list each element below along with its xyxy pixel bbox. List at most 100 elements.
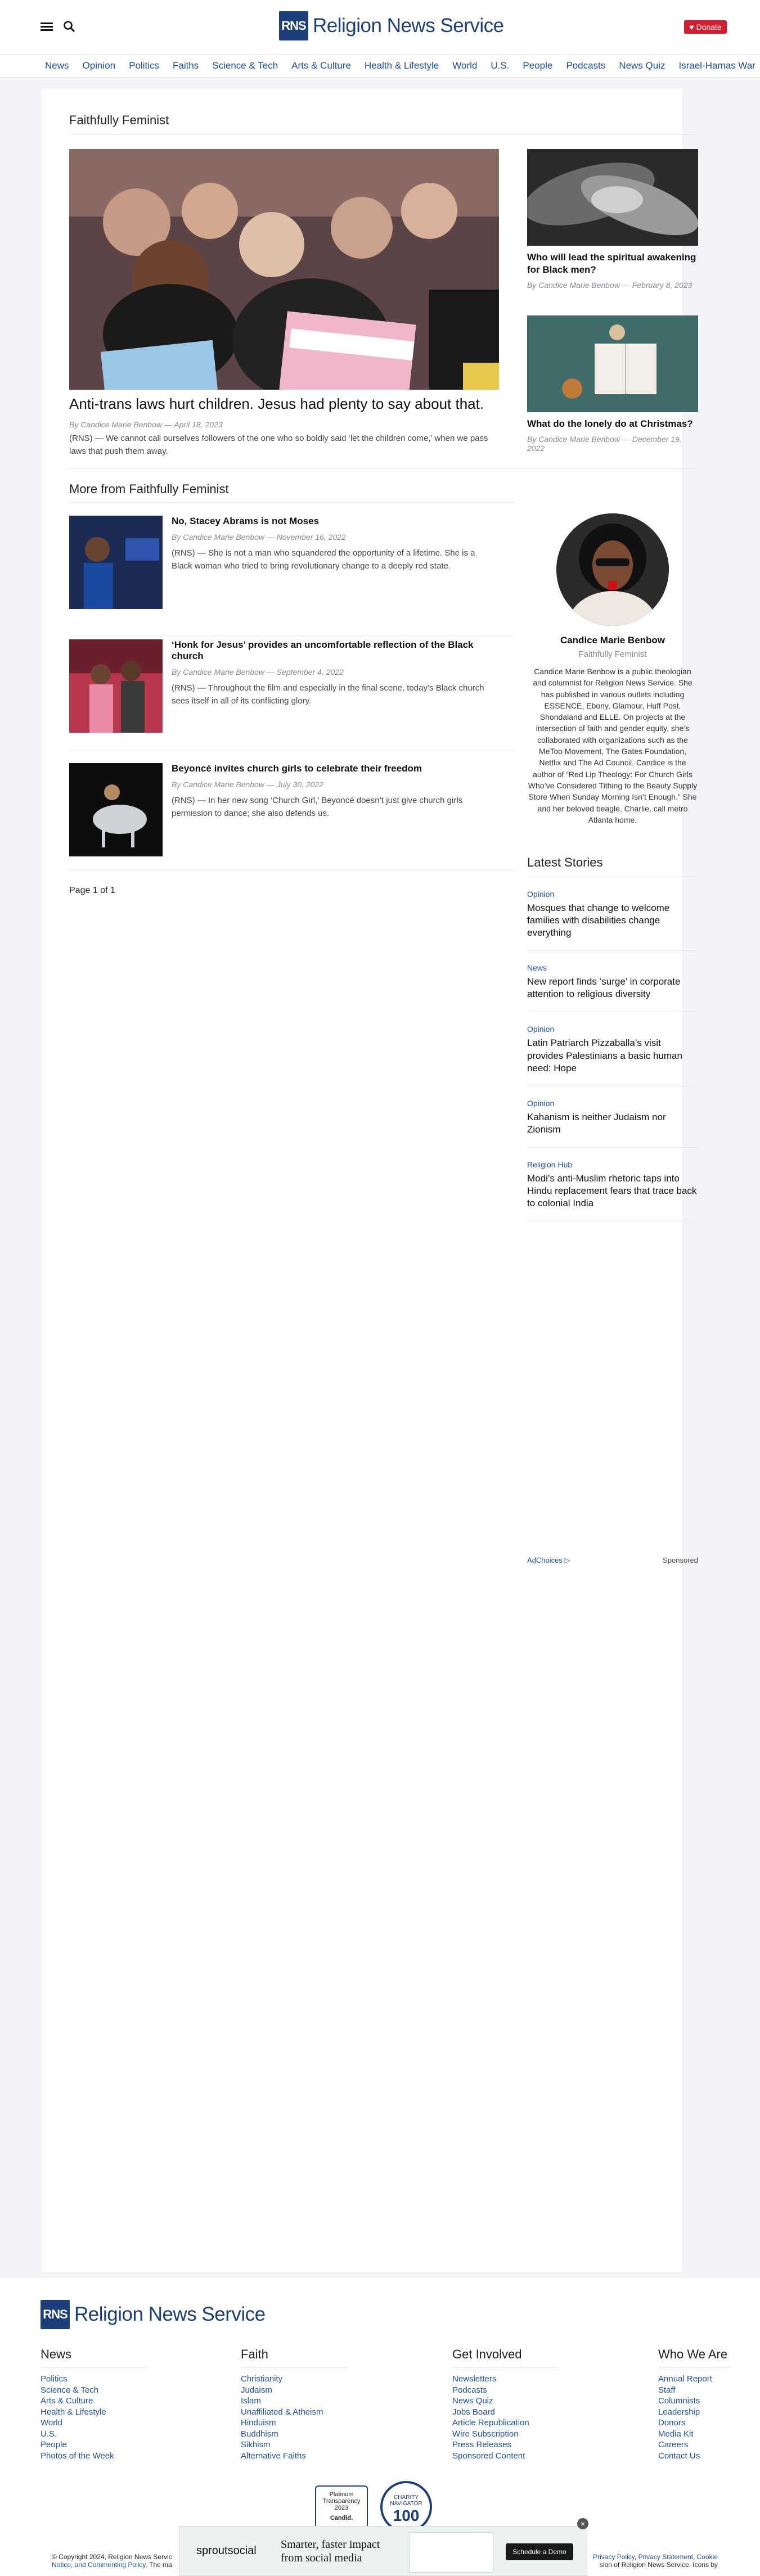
nav-us[interactable]: U.S. — [491, 60, 509, 71]
privacy-policy-link[interactable]: Privacy Policy — [593, 2553, 635, 2561]
list-item-image[interactable] — [69, 639, 163, 733]
nav-faiths[interactable]: Faiths — [173, 60, 199, 71]
footer-link[interactable]: Article Republication — [452, 2417, 559, 2429]
footer-link[interactable]: Science & Tech — [41, 2385, 147, 2396]
nav-podcasts[interactable]: Podcasts — [566, 60, 605, 71]
nav-arts-culture[interactable]: Arts & Culture — [291, 60, 351, 71]
adchoices-link[interactable]: AdChoices ▷ — [527, 1556, 570, 1565]
footer-link[interactable]: Islam — [241, 2395, 348, 2407]
footer-link[interactable]: Staff — [658, 2385, 731, 2396]
footer-link[interactable]: Buddhism — [241, 2429, 348, 2440]
privacy-statement-link[interactable]: Privacy Statement — [638, 2553, 693, 2561]
side-card-title[interactable]: What do the lonely do at Christmas? — [527, 418, 698, 430]
commenting-policy-link[interactable]: Commenting Policy — [88, 2561, 145, 2569]
nav-israel-hamas-war[interactable]: Israel-Hamas War — [678, 60, 755, 71]
hero-title[interactable]: Anti-trans laws hurt children. Jesus had… — [69, 395, 499, 413]
list-item-image[interactable] — [69, 763, 163, 856]
nav-politics[interactable]: Politics — [129, 60, 159, 71]
footer-link[interactable]: Podcasts — [452, 2385, 559, 2396]
list-item-title[interactable]: ‘Honk for Jesus’ provides an uncomfortab… — [172, 639, 497, 662]
sticky-ad-banner[interactable]: sproutsocial Smarter, faster impact from… — [179, 2526, 587, 2576]
side-card-image[interactable] — [527, 315, 698, 412]
footer-logo[interactable]: RNS Religion News Service — [41, 2300, 266, 2329]
nav-world[interactable]: World — [452, 60, 477, 71]
copyright-notice-link[interactable]: Notice, and — [52, 2561, 88, 2569]
footer-link[interactable]: Sikhism — [241, 2439, 348, 2451]
footer-link[interactable]: Leadership — [658, 2407, 731, 2418]
menu-icon[interactable] — [41, 22, 53, 31]
footer-link[interactable]: Sponsored Content — [452, 2451, 559, 2462]
footer-heading: News — [41, 2347, 147, 2368]
donate-label: Donate — [696, 22, 722, 31]
close-icon[interactable]: × — [577, 2518, 588, 2529]
footer-link[interactable]: Jobs Board — [452, 2407, 559, 2418]
ad-cta-button[interactable]: Schedule a Demo — [506, 2543, 573, 2560]
nav-science-tech[interactable]: Science & Tech — [212, 60, 278, 71]
footer-link[interactable]: Unaffiliated & Atheism — [241, 2407, 348, 2418]
list-item-meta: By Candice Marie Benbow — July 30, 2022 — [172, 780, 324, 789]
footer-link[interactable]: Christianity — [241, 2374, 348, 2385]
list-item-title[interactable]: No, Stacey Abrams is not Moses — [172, 516, 497, 527]
footer-link[interactable]: Media Kit — [658, 2429, 731, 2440]
charity-navigator-badge[interactable]: CHARITY NAVIGATOR 100 — [380, 2481, 432, 2533]
footer-link[interactable]: Annual Report — [658, 2374, 731, 2385]
footer-link[interactable]: Donors — [658, 2417, 731, 2429]
nav-health-lifestyle[interactable]: Health & Lifestyle — [365, 60, 439, 71]
footer-link[interactable]: World — [41, 2417, 147, 2429]
ad-footer: AdChoices ▷ Sponsored — [527, 1556, 698, 1565]
logo-mark: RNS — [279, 11, 308, 40]
footer-link[interactable]: U.S. — [41, 2429, 147, 2440]
nav-news-quiz[interactable]: News Quiz — [619, 60, 665, 71]
badge-text: Platinum Transparency 2023 — [322, 2491, 361, 2511]
latest-category[interactable]: Religion Hub — [527, 1160, 698, 1169]
nav-people[interactable]: People — [523, 60, 552, 71]
footer-link[interactable]: Judaism — [241, 2385, 348, 2396]
copyright-tail: . The ma — [145, 2561, 172, 2569]
list-item-image[interactable] — [69, 516, 163, 609]
latest-title[interactable]: Latin Patriarch Pizzaballa’s visit provi… — [527, 1037, 698, 1074]
footer-column-get-involved: Get Involved Newsletters Podcasts News Q… — [452, 2347, 559, 2461]
footer-link[interactable]: Wire Subscription — [452, 2429, 559, 2440]
latest-title[interactable]: Kahanism is neither Judaism nor Zionism — [527, 1111, 698, 1136]
cookie-link[interactable]: Cookie — [697, 2553, 718, 2561]
list-item-title[interactable]: Beyoncé invites church girls to celebrat… — [172, 763, 497, 774]
footer-logo-mark: RNS — [41, 2300, 70, 2329]
site-header: RNS Religion News Service ♥ Donate — [0, 0, 760, 54]
footer-link[interactable]: Health & Lifestyle — [41, 2407, 147, 2418]
main-content: Faithfully Feminist Anti-trans laws hurt… — [41, 88, 698, 2273]
footer-link[interactable]: Contact Us — [658, 2451, 731, 2462]
footer-link[interactable]: Newsletters — [452, 2374, 559, 2385]
latest-title[interactable]: Mosques that change to welcome families … — [527, 902, 698, 939]
footer-heading: Who We Are — [658, 2347, 731, 2368]
author-box: Candice Marie Benbow Faithfully Feminist… — [527, 513, 698, 825]
side-card-title[interactable]: Who will lead the spiritual awakening fo… — [527, 251, 698, 276]
donate-button[interactable]: ♥ Donate — [684, 20, 727, 34]
footer-link[interactable]: Columnists — [658, 2395, 731, 2407]
footer-link[interactable]: News Quiz — [452, 2395, 559, 2407]
latest-category[interactable]: News — [527, 963, 698, 972]
heart-icon: ♥ — [689, 22, 694, 31]
search-icon[interactable] — [63, 20, 75, 33]
side-card-image[interactable] — [527, 149, 698, 246]
footer-link[interactable]: Politics — [41, 2374, 147, 2385]
list-item-excerpt: (RNS) — In her new song ‘Church Girl,’ B… — [172, 796, 463, 818]
footer-link[interactable]: Hinduism — [241, 2417, 348, 2429]
footer-link[interactable]: Arts & Culture — [41, 2395, 147, 2407]
nav-news[interactable]: News — [45, 60, 69, 71]
latest-title[interactable]: New report finds ‘surge’ in corporate at… — [527, 976, 698, 1000]
footer-link[interactable]: Careers — [658, 2439, 731, 2451]
latest-category[interactable]: Opinion — [527, 1025, 698, 1034]
latest-category[interactable]: Opinion — [527, 1099, 698, 1108]
site-logo[interactable]: RNS Religion News Service — [279, 11, 504, 40]
list-item-meta: By Candice Marie Benbow — September 4, 2… — [172, 667, 344, 676]
avatar — [556, 513, 669, 626]
divider — [69, 502, 515, 503]
footer-link[interactable]: Photos of the Week — [41, 2451, 147, 2462]
footer-link[interactable]: Alternative Faiths — [241, 2451, 348, 2462]
footer-link[interactable]: People — [41, 2439, 147, 2451]
latest-title[interactable]: Modi’s anti-Muslim rhetoric taps into Hi… — [527, 1172, 698, 1210]
latest-category[interactable]: Opinion — [527, 890, 698, 899]
footer-link[interactable]: Press Releases — [452, 2439, 559, 2451]
nav-opinion[interactable]: Opinion — [83, 60, 116, 71]
hero-image[interactable] — [69, 149, 499, 390]
